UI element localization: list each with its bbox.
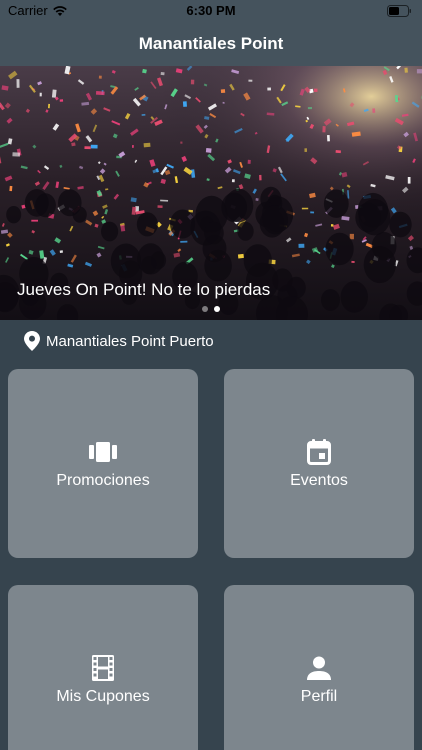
confetti-piece <box>182 101 187 107</box>
banner-caption: Jueves On Point! No te lo pierdas <box>17 280 271 299</box>
confetti-piece <box>395 95 399 103</box>
confetti-piece <box>307 106 313 110</box>
confetti-piece <box>335 150 341 154</box>
crowd-silhouette <box>363 246 396 284</box>
crowd-silhouette <box>325 232 354 266</box>
crowd-silhouette <box>358 199 391 236</box>
confetti-piece <box>351 260 355 264</box>
confetti-piece <box>247 159 251 164</box>
confetti-piece <box>237 253 244 259</box>
confetti-piece <box>407 177 411 184</box>
confetti-piece <box>248 79 253 82</box>
confetti-piece <box>310 211 315 214</box>
crowd-silhouette <box>272 268 293 292</box>
crowd-silhouette <box>136 212 158 237</box>
confetti-piece <box>59 99 64 102</box>
location-pin-icon <box>24 331 40 351</box>
promociones-label: Promociones <box>56 471 150 489</box>
confetti-piece <box>98 75 102 79</box>
nav-title: Manantiales Point <box>138 34 284 53</box>
confetti-piece <box>301 207 309 210</box>
confetti-piece <box>12 152 21 157</box>
confetti-piece <box>143 142 151 148</box>
crowd-silhouette <box>204 221 224 245</box>
navigation-bar: Manantiales Point <box>0 22 422 66</box>
confetti-piece <box>231 179 235 183</box>
mis-cupones-tile[interactable]: Mis Cupones <box>8 585 198 750</box>
crowd-silhouette <box>389 211 412 238</box>
battery-icon <box>387 5 412 20</box>
confetti-piece <box>16 79 20 88</box>
confetti-piece <box>131 206 137 215</box>
mis-cupones-label: Mis Cupones <box>56 687 150 705</box>
confetti-piece <box>90 144 98 149</box>
location-selector[interactable]: Manantiales Point Puerto <box>24 330 214 352</box>
crowd-silhouette <box>323 189 349 218</box>
confetti-piece <box>180 141 183 144</box>
confetti-piece <box>132 145 134 148</box>
confetti-piece <box>322 126 326 133</box>
confetti-piece <box>157 205 163 208</box>
confetti-piece <box>285 139 289 142</box>
confetti-piece <box>59 250 63 254</box>
confetti-piece <box>372 108 376 113</box>
confetti-piece <box>404 67 408 73</box>
crowd-silhouette <box>237 221 254 241</box>
confetti-piece <box>160 72 165 76</box>
crowd-silhouette <box>141 256 157 274</box>
confetti-piece <box>9 185 13 192</box>
crowd-silhouette <box>6 206 22 224</box>
crowd-silhouette <box>72 206 87 223</box>
location-label: Manantiales Point Puerto <box>46 332 214 350</box>
confetti-piece <box>31 219 38 222</box>
confetti-piece <box>71 142 76 147</box>
person-icon <box>305 654 333 682</box>
promociones-tile[interactable]: Promociones <box>8 369 198 558</box>
confetti-piece <box>220 89 226 94</box>
confetti-piece <box>327 135 330 142</box>
confetti-piece <box>190 79 195 85</box>
confetti-piece <box>259 174 262 181</box>
eventos-tile[interactable]: Eventos <box>224 369 414 558</box>
confetti-piece <box>48 103 51 109</box>
confetti-piece <box>39 92 42 97</box>
perfil-label: Perfil <box>300 687 338 705</box>
crowd-silhouette <box>101 221 119 242</box>
confetti-piece <box>416 69 422 74</box>
carousel-icon <box>89 438 117 466</box>
crowd-silhouette <box>35 193 56 218</box>
confetti-piece <box>180 240 188 243</box>
crowd-silhouette <box>262 205 288 235</box>
confetti-piece <box>51 89 57 98</box>
crowd-silhouette <box>110 243 141 279</box>
confetti-piece <box>349 233 354 240</box>
page-dot-1[interactable] <box>202 306 208 312</box>
page-control[interactable] <box>0 306 422 312</box>
confetti-piece <box>84 146 91 150</box>
confetti-piece <box>255 198 259 201</box>
confetti-piece <box>95 91 105 96</box>
crowd-silhouette <box>224 188 254 223</box>
status-bar: Carrier 6:30 PM <box>0 0 422 22</box>
page-dot-2[interactable] <box>214 306 220 312</box>
crowd-silhouette <box>204 249 232 282</box>
confetti-piece <box>313 88 318 92</box>
status-time: 6:30 PM <box>186 3 236 18</box>
confetti-piece <box>141 113 146 116</box>
calendar-icon <box>305 438 333 466</box>
perfil-tile[interactable]: Perfil <box>224 585 414 750</box>
confetti-piece <box>304 148 308 152</box>
confetti-piece <box>330 224 334 227</box>
confetti-piece <box>205 148 212 153</box>
confetti-piece <box>267 87 272 91</box>
confetti-piece <box>298 243 305 248</box>
film-strip-icon <box>89 654 117 682</box>
eventos-label: Eventos <box>290 471 348 489</box>
